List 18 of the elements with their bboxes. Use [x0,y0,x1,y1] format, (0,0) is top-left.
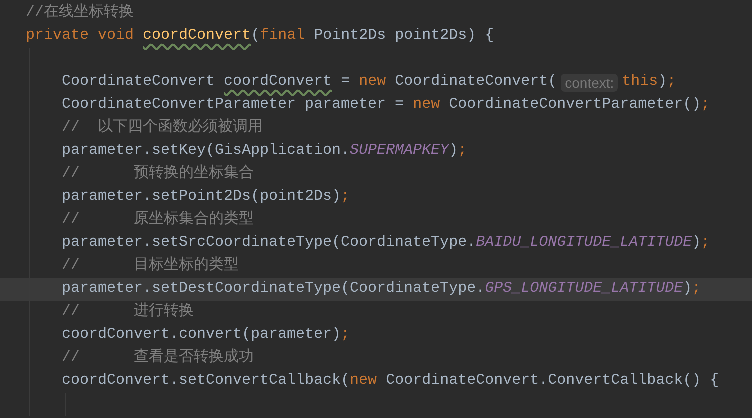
code-text: parameter.setDestCoordinateType(CoordinateType.GPS_LONGITUDE_LATITUDE); [62,279,702,300]
code-text: parameter.setSrcCoordinateType(CoordinateType.BAIDU_LONGITUDE_LATITUDE); [62,233,710,254]
code-text: // 预转换的坐标集合 [62,164,254,184]
code-text: private void coordConvert(final Point2Ds point2Ds) { [26,26,494,46]
code-text: // 以下四个函数必须被调用 [62,118,264,138]
code-text: parameter.setPoint2Ds(point2Ds); [62,187,350,208]
code-text: coordConvert.setConvertCallback(new CoordinateConvert.ConvertCallback() { [62,371,720,392]
code-text: this); [622,72,676,92]
code-text: coordConvert.convert(parameter); [62,325,350,346]
code-text: //在线坐标转换 [26,2,134,24]
code-text: // 进行转换 [62,302,194,322]
code-text: // 目标坐标的类型 [62,256,240,276]
code-text: CoordinateConvertParameter parameter = new CoordinateConvertParameter(); [62,95,710,116]
code-text: // 查看是否转换成功 [62,348,254,368]
code-text: parameter.setKey(GisApplication.SUPERMAPKEY); [62,141,468,162]
code-text: CoordinateConvert coordConvert = new CoordinateConvert( [62,72,558,92]
parameter-hint: context: [561,74,618,92]
code-text: // 原坐标集合的类型 [62,210,254,230]
